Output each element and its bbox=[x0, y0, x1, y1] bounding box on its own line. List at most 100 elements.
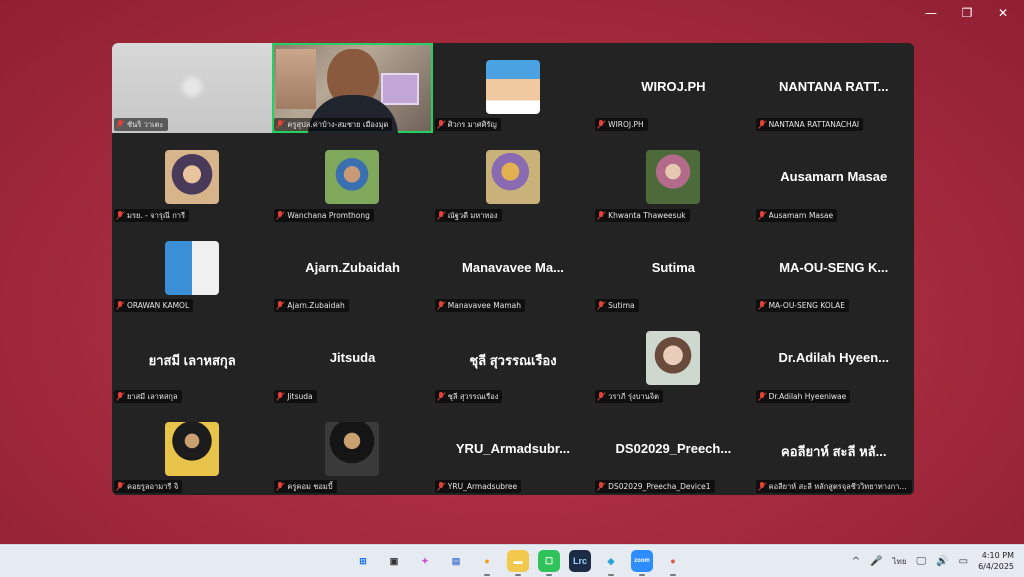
participant-tile[interactable]: ชันริ วาเตะ bbox=[112, 43, 273, 134]
participant-name-label: ชุลี สุวรรณเรือง bbox=[434, 389, 503, 403]
battery-icon[interactable]: ▭ bbox=[959, 556, 968, 567]
participant-tile[interactable]: Jitsuda Jitsuda bbox=[272, 314, 433, 405]
system-tray: ^ 🎤 ไทย 🖵 🔊 ▭ 4:10 PM 6/4/2025 bbox=[852, 545, 1014, 577]
edge-icon[interactable]: ◆ bbox=[600, 550, 622, 576]
tray-chevron-icon[interactable]: ^ bbox=[852, 556, 860, 567]
chrome-profile-icon[interactable]: ● bbox=[662, 550, 684, 576]
participant-display-name: DS02029_Preech... bbox=[615, 440, 732, 456]
mic-muted-icon bbox=[597, 481, 605, 491]
avatar bbox=[646, 331, 701, 386]
participant-name-label: Khwanta Thaweesuk bbox=[595, 208, 690, 222]
mic-muted-icon bbox=[116, 120, 124, 129]
participant-name-label: วราภี รุ่งบานจิต bbox=[595, 389, 664, 403]
participant-tile[interactable]: Ausamarn Masae Ausamarn Masae bbox=[753, 133, 914, 224]
clock-time: 4:10 PM bbox=[981, 551, 1014, 560]
mic-muted-icon bbox=[597, 210, 605, 220]
zoom-icon[interactable]: zoom bbox=[631, 550, 653, 576]
participant-name: MA-OU-SENG KOLAE bbox=[768, 301, 845, 311]
mic-tray-icon[interactable]: 🎤 bbox=[870, 556, 882, 567]
chat-icon[interactable]: ▤ bbox=[445, 550, 467, 572]
avatar bbox=[485, 60, 540, 114]
participant-tile[interactable]: Sutima Sutima bbox=[593, 223, 754, 315]
participant-display-name: Dr.Adilah Hyeen... bbox=[778, 350, 890, 366]
participant-name-label: Wanchana Promthong bbox=[274, 208, 374, 222]
participant-tile[interactable]: Manavavee Ma... Manavavee Mamah bbox=[432, 223, 594, 315]
network-icon[interactable]: 🖵 bbox=[917, 556, 927, 567]
participant-tile[interactable]: ยาสมี เลาหสกุล ยาสมี เลาหสกุล bbox=[112, 314, 273, 405]
lightroom-icon[interactable]: Lrc bbox=[569, 550, 591, 572]
participant-tile[interactable]: Dr.Adilah Hyeen... Dr.Adilah Hyeeniwae bbox=[753, 314, 914, 405]
avatar bbox=[165, 150, 219, 205]
participant-tile[interactable]: Ajarn.Zubaidah Ajarn.Zubaidah bbox=[272, 223, 433, 315]
participant-tile[interactable]: ครูสุปล.ค่าบ้าง-สมชาย เมืองมุด bbox=[272, 43, 433, 134]
participant-name-label: ยาสมี เลาหสกุล bbox=[114, 389, 182, 403]
mic-muted-icon bbox=[437, 210, 445, 220]
participant-tile[interactable]: คอยรูลอามารี จิ bbox=[112, 404, 273, 495]
clock[interactable]: 4:10 PM 6/4/2025 bbox=[978, 550, 1014, 572]
start-icon[interactable]: ⊞ bbox=[352, 550, 374, 572]
participant-display-name: Ausamarn Masae bbox=[780, 169, 888, 185]
gallery-view: ชันริ วาเตะ ครูสุปล.ค่าบ้าง-สมชาย เมืองมุ… bbox=[112, 43, 914, 495]
participant-name: NANTANA RATTANACHAI bbox=[768, 120, 860, 130]
mic-muted-icon bbox=[758, 481, 766, 491]
participant-name-label: ORAWAN KAMOL bbox=[114, 299, 194, 313]
participant-tile[interactable]: MA-OU-SENG K... MA-OU-SENG KOLAE bbox=[753, 223, 914, 315]
close-button[interactable]: ✕ bbox=[996, 6, 1010, 20]
participant-tile[interactable]: DS02029_Preech... DS02029_Preecha_Device1 bbox=[593, 404, 754, 495]
participant-tile[interactable]: มรย. - จารุณี การี bbox=[112, 133, 273, 224]
participant-name-label: Manavavee Mamah bbox=[434, 299, 526, 313]
participant-name: WIROJ.PH bbox=[608, 120, 644, 130]
participant-name: ชุลี สุวรรณเรือง bbox=[447, 391, 499, 401]
participant-name-label: คอยรูลอามารี จิ bbox=[114, 479, 183, 493]
participant-tile[interactable]: ครูคอม ชอมบี้ bbox=[272, 404, 433, 495]
minimize-button[interactable]: — bbox=[924, 6, 938, 20]
participant-name: Ausamarn Masae bbox=[768, 210, 834, 220]
participant-display-name: Jitsuda bbox=[329, 350, 376, 366]
mic-muted-icon bbox=[116, 210, 124, 220]
volume-icon[interactable]: 🔊 bbox=[936, 556, 948, 567]
participant-name: Jitsuda bbox=[287, 391, 313, 401]
participant-name-label: Dr.Adilah Hyeeniwae bbox=[755, 389, 851, 403]
participant-name: ครูสุปล.ค่าบ้าง-สมชาย เมืองมุด bbox=[287, 120, 389, 130]
participant-name-label: Ausamarn Masae bbox=[755, 208, 838, 222]
avatar bbox=[165, 421, 219, 476]
participant-tile[interactable]: WIROJ.PH WIROJ.PH bbox=[593, 43, 754, 134]
participant-tile[interactable]: ชุลี สุวรรณเรือง ชุลี สุวรรณเรือง bbox=[432, 314, 594, 405]
participant-name-label: Sutima bbox=[595, 299, 639, 313]
mic-muted-icon bbox=[758, 301, 766, 310]
line-icon[interactable]: ☐ bbox=[538, 550, 560, 576]
copilot-icon[interactable]: ✦ bbox=[414, 550, 436, 572]
participant-tile[interactable]: Khwanta Thaweesuk bbox=[593, 133, 754, 224]
participant-name-label: มรย. - จารุณี การี bbox=[114, 208, 189, 222]
participant-tile[interactable]: Wanchana Promthong bbox=[272, 133, 433, 224]
chrome-icon[interactable]: ● bbox=[476, 550, 498, 576]
participant-tile[interactable]: วราภี รุ่งบานจิต bbox=[593, 314, 754, 405]
mic-muted-icon bbox=[276, 391, 284, 401]
video-feed-poster bbox=[380, 73, 419, 105]
participant-tile[interactable]: คอลียาห์ สะลี หลั... คอลียาห์ สะลี หลักสู… bbox=[753, 404, 914, 495]
participant-name: Sutima bbox=[608, 301, 635, 311]
participant-tile[interactable]: ณัฐวดี มหาทอง bbox=[432, 133, 594, 224]
mic-muted-icon bbox=[276, 481, 284, 491]
restore-button[interactable]: ❐ bbox=[960, 6, 974, 20]
participant-name: Dr.Adilah Hyeeniwae bbox=[768, 391, 847, 401]
clock-date: 6/4/2025 bbox=[978, 562, 1014, 571]
participant-name: คอยรูลอามารี จิ bbox=[127, 481, 179, 491]
participant-tile[interactable]: ORAWAN KAMOL bbox=[112, 223, 273, 315]
participant-tile[interactable]: NANTANA RATT... NANTANA RATTANACHAI bbox=[753, 43, 914, 134]
participant-display-name: Sutima bbox=[651, 259, 696, 275]
participant-name: ORAWAN KAMOL bbox=[127, 301, 190, 311]
participant-name-label: WIROJ.PH bbox=[595, 118, 648, 132]
mic-muted-icon bbox=[116, 301, 124, 310]
participant-name-label: YRU_Armadsubree bbox=[434, 479, 522, 493]
language-indicator[interactable]: ไทย bbox=[893, 555, 907, 568]
mic-muted-icon bbox=[437, 481, 445, 491]
participant-tile[interactable]: YRU_Armadsubr... YRU_Armadsubree bbox=[432, 404, 594, 495]
task-view-icon[interactable]: ▣ bbox=[383, 550, 405, 572]
avatar bbox=[165, 240, 219, 295]
file-explorer-icon[interactable]: ▬ bbox=[507, 550, 529, 576]
mic-muted-icon bbox=[116, 391, 124, 401]
participant-tile[interactable]: ศิวกร มาศศิรัญ bbox=[432, 43, 594, 134]
avatar bbox=[325, 421, 380, 476]
participant-name: Wanchana Promthong bbox=[287, 210, 370, 220]
